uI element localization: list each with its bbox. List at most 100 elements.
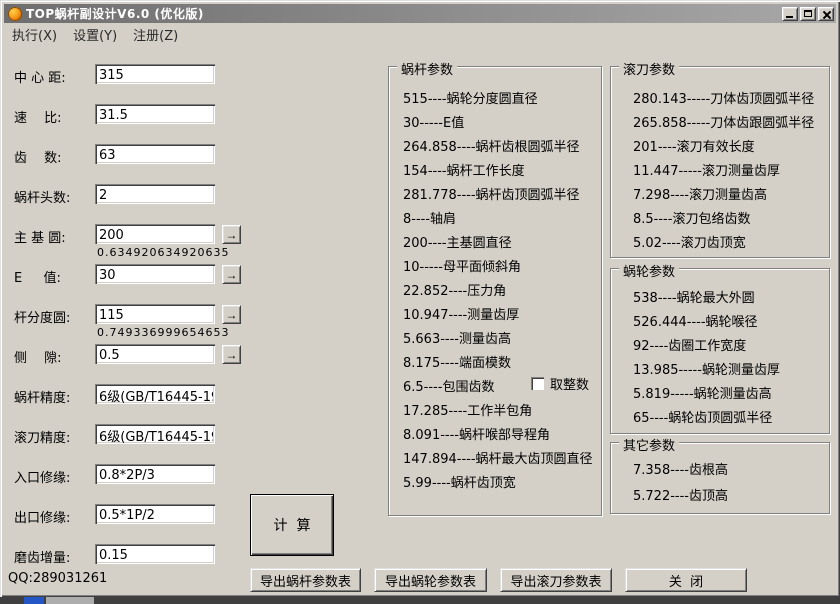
field-input-1[interactable] (95, 64, 215, 84)
field-input-8[interactable] (95, 344, 215, 364)
app-window: TOP蜗杆副设计V6.0 (优化版) 执行(X)设置(Y)注册(Z) 蜗杆参数 … (0, 0, 840, 597)
app-icon (8, 7, 22, 21)
field-label-13: 磨齿增量: (14, 547, 96, 566)
wheel-param-item: 538----蜗轮最大外圆 (633, 287, 755, 306)
field-label-5: 主 基 圆: (14, 227, 96, 246)
worm-param-item: 10.947----测量齿厚 (403, 304, 519, 323)
group-hob-title: 滚刀参数 (619, 59, 679, 78)
minimize-icon (786, 16, 793, 18)
field-input-11[interactable] (95, 464, 215, 484)
group-worm-params: 蜗杆参数 515----蜗轮分度圆直径30-----E值264.858----蜗… (388, 66, 602, 516)
worm-param-item: 200----主基圆直径 (403, 232, 512, 251)
hob-param-item: 280.143-----刀体齿顶圆弧半径 (633, 88, 814, 107)
taskbar-gray-fragment (46, 597, 94, 604)
group-other-params: 其它参数 7.358----齿根高5.722----齿顶高 (610, 442, 830, 514)
maximize-icon (804, 10, 812, 17)
worm-param-item: 30-----E值 (403, 112, 464, 131)
arrow-button-7[interactable]: → (222, 305, 241, 324)
field-label-8: 侧 隙: (14, 347, 96, 366)
calculate-button[interactable]: 计 算 (250, 494, 334, 556)
window-controls (782, 7, 834, 21)
field-input-3[interactable] (95, 144, 215, 164)
screen: TOP蜗杆副设计V6.0 (优化版) 执行(X)设置(Y)注册(Z) 蜗杆参数 … (0, 0, 840, 604)
field-label-3: 齿 数: (14, 147, 96, 166)
arrow-button-8[interactable]: → (222, 345, 241, 364)
worm-param-item: 6.5----包围齿数 (403, 376, 494, 395)
worm-param-item: 5.663----测量齿高 (403, 328, 511, 347)
worm-param-item: 5.99----蜗杆齿顶宽 (403, 472, 516, 491)
field-label-6: E 值: (14, 267, 96, 286)
field-label-7: 杆分度圆: (14, 307, 96, 326)
wheel-param-item: 92----齿圈工作宽度 (633, 335, 746, 354)
worm-param-item: 8----轴肩 (403, 208, 456, 227)
wheel-param-item: 5.819-----蜗轮测量齿高 (633, 383, 772, 402)
hob-param-item: 201----滚刀有效长度 (633, 136, 755, 155)
group-wheel-params: 蜗轮参数 538----蜗轮最大外圆526.444----蜗轮喉径92----齿… (610, 268, 830, 434)
hob-param-item: 5.02----滚刀齿顶宽 (633, 232, 746, 251)
title-bar[interactable]: TOP蜗杆副设计V6.0 (优化版) (4, 4, 836, 23)
arrow-button-6[interactable]: → (222, 265, 241, 284)
minimize-button[interactable] (782, 7, 798, 21)
maximize-button[interactable] (800, 7, 816, 21)
menu-item-3[interactable]: 注册(Z) (125, 25, 186, 44)
field-input-2[interactable] (95, 104, 215, 124)
field-input-4[interactable] (95, 184, 215, 204)
field-input-7[interactable] (95, 304, 215, 324)
worm-param-item: 281.778----蜗杆齿顶圆弧半径 (403, 184, 580, 203)
wheel-param-item: 13.985-----蜗轮测量齿厚 (633, 359, 780, 378)
other-param-item: 5.722----齿顶高 (633, 485, 728, 504)
hob-param-item: 265.858-----刀体齿跟圆弧半径 (633, 112, 814, 131)
round-integer-label: 取整数 (550, 374, 589, 393)
worm-param-item: 22.852----压力角 (403, 280, 506, 299)
arrow-button-5[interactable]: → (222, 225, 241, 244)
worm-param-item: 17.285----工作半包角 (403, 400, 532, 419)
field-input-12[interactable] (95, 504, 215, 524)
close-dialog-button[interactable]: 关 闭 (625, 568, 747, 592)
menu-bar: 执行(X)设置(Y)注册(Z) (4, 24, 836, 44)
field-label-10: 滚刀精度: (14, 427, 96, 446)
other-param-item: 7.358----齿根高 (633, 459, 728, 478)
field-input-5[interactable] (95, 224, 215, 244)
hob-param-item: 7.298----滚刀测量齿高 (633, 184, 767, 203)
group-hob-params: 滚刀参数 280.143-----刀体齿顶圆弧半径265.858-----刀体齿… (610, 66, 830, 258)
field-sub-value-5: 0.634920634920635 (97, 246, 229, 259)
menu-item-1[interactable]: 执行(X) (4, 25, 65, 44)
wheel-param-item: 65----蜗轮齿顶圆弧半径 (633, 407, 772, 426)
field-input-13[interactable] (95, 544, 215, 564)
field-label-12: 出口修缘: (14, 507, 96, 526)
field-label-11: 入口修缘: (14, 467, 96, 486)
field-sub-value-7: 0.749336999654653 (97, 326, 229, 339)
worm-param-item: 154----蜗杆工作长度 (403, 160, 525, 179)
worm-param-item: 10-----母平面倾斜角 (403, 256, 521, 275)
export-wheel-table-button[interactable]: 导出蜗轮参数表 (374, 568, 487, 592)
field-input-9[interactable] (95, 384, 215, 404)
field-input-6[interactable] (95, 264, 215, 284)
worm-param-item: 264.858----蜗杆齿根圆弧半径 (403, 136, 580, 155)
field-label-9: 蜗杆精度: (14, 387, 96, 406)
close-button[interactable] (818, 7, 834, 21)
worm-param-item: 8.175----端面模数 (403, 352, 511, 371)
group-wheel-title: 蜗轮参数 (619, 261, 679, 280)
group-other-title: 其它参数 (619, 435, 679, 454)
worm-param-item: 8.091----蜗杆喉部导程角 (403, 424, 550, 443)
qq-label: QQ:289031261 (8, 571, 107, 586)
field-input-10[interactable] (95, 424, 215, 444)
worm-param-item: 515----蜗轮分度圆直径 (403, 88, 538, 107)
hob-param-item: 11.447-----滚刀测量齿厚 (633, 160, 780, 179)
field-label-1: 中 心 距: (14, 67, 96, 86)
group-worm-title: 蜗杆参数 (397, 59, 457, 78)
field-label-2: 速 比: (14, 107, 96, 126)
round-integer-checkbox[interactable] (531, 377, 544, 390)
export-worm-table-button[interactable]: 导出蜗杆参数表 (250, 568, 361, 592)
close-icon (822, 10, 831, 19)
field-label-4: 蜗杆头数: (14, 187, 96, 206)
menu-item-2[interactable]: 设置(Y) (65, 25, 125, 44)
round-integer-option: 取整数 (531, 374, 589, 393)
export-hob-table-button[interactable]: 导出滚刀参数表 (500, 568, 612, 592)
hob-param-item: 8.5----滚刀包络齿数 (633, 208, 750, 227)
worm-param-item: 147.894----蜗杆最大齿顶圆直径 (403, 448, 593, 467)
taskbar-strip (0, 597, 840, 604)
taskbar-blue-fragment (24, 597, 44, 604)
window-title: TOP蜗杆副设计V6.0 (优化版) (26, 5, 782, 22)
wheel-param-item: 526.444----蜗轮喉径 (633, 311, 758, 330)
